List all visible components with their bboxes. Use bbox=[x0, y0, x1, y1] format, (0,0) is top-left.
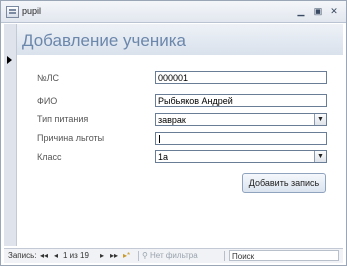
text-cursor bbox=[159, 135, 160, 143]
current-record-arrow-icon bbox=[7, 56, 12, 64]
first-record-icon[interactable]: ◂◂ bbox=[40, 251, 48, 261]
label-account-number: №ЛС bbox=[37, 73, 60, 83]
chevron-down-icon[interactable]: ▼ bbox=[314, 114, 326, 125]
form-icon bbox=[6, 6, 19, 18]
next-record-icon[interactable]: ▸ bbox=[100, 251, 104, 261]
record-navigation-bar: Запись: ◂◂ ◂ 1 из 19 ▸ ▸▸ ▸* ⚲ Нет фильт… bbox=[4, 248, 343, 263]
filter-status[interactable]: Нет фильтра bbox=[150, 251, 198, 261]
close-icon[interactable]: ✕ bbox=[327, 6, 341, 17]
meal-type-value: заврак bbox=[158, 115, 186, 125]
add-record-button[interactable]: Добавить запись bbox=[242, 173, 326, 193]
account-number-field[interactable]: 000001 bbox=[155, 71, 327, 84]
new-record-icon[interactable]: ▸* bbox=[123, 251, 130, 261]
maximize-icon[interactable]: ▣ bbox=[311, 6, 325, 17]
record-selector[interactable] bbox=[4, 24, 17, 246]
label-benefit-reason: Причина льготы bbox=[37, 133, 105, 143]
window-title: pupil bbox=[22, 6, 42, 16]
class-combo[interactable]: 1а ▼ bbox=[155, 150, 327, 163]
label-full-name: ФИО bbox=[37, 96, 58, 106]
search-input[interactable]: Поиск bbox=[229, 250, 339, 261]
filter-icon[interactable]: ⚲ bbox=[142, 251, 148, 261]
chevron-down-icon[interactable]: ▼ bbox=[314, 151, 326, 162]
record-label: Запись: bbox=[8, 251, 37, 260]
title-bar: pupil ▁ ▣ ✕ bbox=[1, 1, 346, 23]
nav-divider bbox=[138, 251, 139, 261]
full-name-field[interactable]: Рыбьяков Андрей bbox=[155, 94, 327, 107]
previous-record-icon[interactable]: ◂ bbox=[54, 251, 58, 261]
label-meal-type: Тип питания bbox=[37, 114, 89, 124]
benefit-reason-field[interactable] bbox=[155, 132, 327, 145]
nav-divider bbox=[224, 251, 225, 261]
last-record-icon[interactable]: ▸▸ bbox=[110, 251, 118, 261]
class-value: 1а bbox=[158, 152, 169, 162]
form-title: Добавление ученика bbox=[22, 31, 186, 50]
minimize-icon[interactable]: ▁ bbox=[294, 6, 308, 17]
meal-type-combo[interactable]: заврак ▼ bbox=[155, 113, 327, 126]
label-class: Класс bbox=[37, 152, 62, 162]
record-position[interactable]: 1 из 19 bbox=[63, 251, 89, 261]
